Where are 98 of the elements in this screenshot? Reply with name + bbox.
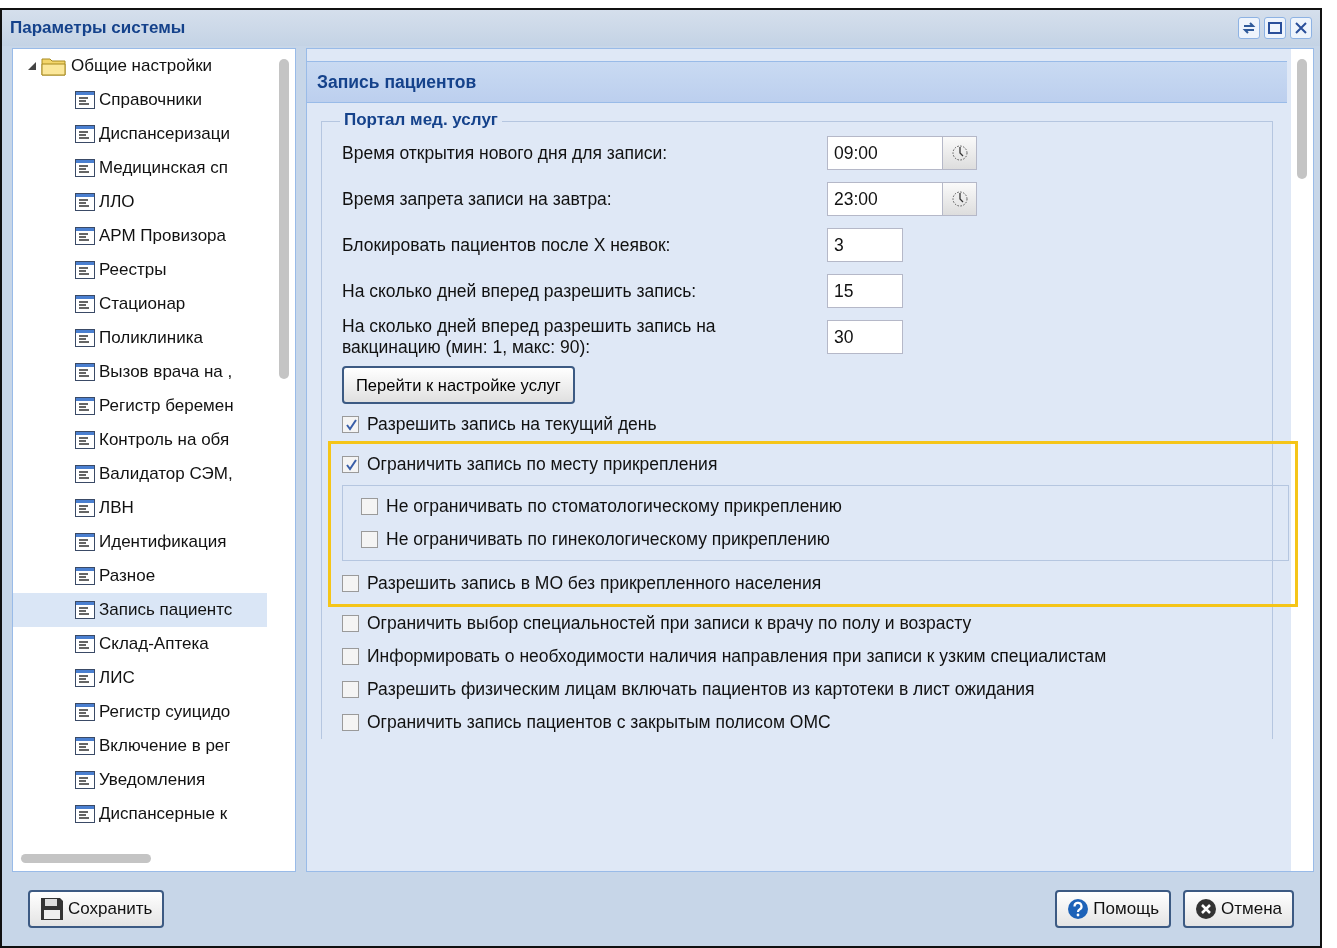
- document-icon: [75, 635, 95, 653]
- tree-item[interactable]: Склад-Аптека: [13, 627, 267, 661]
- document-icon: [75, 125, 95, 143]
- number-field[interactable]: 15: [827, 274, 903, 308]
- tree-item[interactable]: Диспансеризаци: [13, 117, 267, 151]
- document-icon: [75, 159, 95, 177]
- checkbox-label: Не ограничивать по гинекологическому прикреплению: [386, 529, 830, 550]
- vertical-scrollbar[interactable]: [1297, 59, 1307, 179]
- tree-item[interactable]: Реестры: [13, 253, 267, 287]
- tree-item[interactable]: Диспансерные к: [13, 797, 267, 831]
- checkbox[interactable]: [342, 714, 359, 731]
- field-label: На сколько дней вперед разрешить запись на вакцинацию (мин: 1, макс: 90):: [342, 316, 717, 358]
- document-icon: [75, 771, 95, 789]
- document-icon: [75, 601, 95, 619]
- panel-header: Запись пациентов: [307, 61, 1287, 103]
- swap-arrows-icon: [1242, 21, 1256, 35]
- help-icon: [1067, 898, 1090, 920]
- window-title: Параметры системы: [10, 18, 187, 38]
- field-label: На сколько дней вперед разрешить запись:: [342, 280, 698, 302]
- tree-item[interactable]: Включение в рег: [13, 729, 267, 763]
- maximize-button[interactable]: [1264, 17, 1286, 39]
- tree-item[interactable]: ЛИС: [13, 661, 267, 695]
- cancel-button[interactable]: Отмена: [1183, 890, 1294, 928]
- tree-item[interactable]: Регистр суицидо: [13, 695, 267, 729]
- checkbox[interactable]: [342, 615, 359, 632]
- clock-icon: [950, 144, 969, 162]
- time-picker-button[interactable]: [943, 182, 977, 216]
- tree-item[interactable]: АРМ Провизора: [13, 219, 267, 253]
- checkbox-label: Разрешить запись на текущий день: [367, 414, 657, 435]
- save-button[interactable]: Сохранить: [28, 890, 165, 928]
- horizontal-scrollbar[interactable]: [21, 854, 151, 863]
- tree-item[interactable]: Справочники: [13, 83, 267, 117]
- document-icon: [75, 703, 95, 721]
- document-icon: [75, 363, 95, 381]
- field-label: Блокировать пациентов после X неявок:: [342, 234, 672, 256]
- time-field[interactable]: 23:00: [827, 182, 943, 216]
- tree-item[interactable]: Вызов врача на ,: [13, 355, 267, 389]
- checkbox[interactable]: [342, 575, 359, 592]
- time-field[interactable]: 09:00: [827, 136, 943, 170]
- checkbox-label: Не ограничивать по стоматологическому прикреплению: [386, 496, 842, 517]
- checkbox[interactable]: [342, 648, 359, 665]
- checkbox-label: Разрешить запись в МО без прикрепленного населения: [367, 573, 822, 594]
- vertical-scrollbar[interactable]: [279, 59, 289, 379]
- tree-item[interactable]: Валидатор СЭМ,: [13, 457, 267, 491]
- cancel-icon: [1195, 898, 1217, 920]
- document-icon: [75, 193, 95, 211]
- document-icon: [75, 499, 95, 517]
- tree-item[interactable]: ЛВН: [13, 491, 267, 525]
- document-icon: [75, 397, 95, 415]
- document-icon: [75, 295, 95, 313]
- close-icon: [1294, 21, 1308, 35]
- tree-item[interactable]: Запись пациентс: [13, 593, 267, 627]
- checkbox[interactable]: [342, 681, 359, 698]
- service-settings-button[interactable]: Перейти к настройке услуг: [342, 366, 575, 404]
- expanded-triangle-icon[interactable]: [27, 61, 37, 71]
- document-icon: [75, 567, 95, 585]
- number-field[interactable]: 30: [827, 320, 903, 354]
- field-label: Время запрета записи на завтра:: [342, 188, 613, 210]
- document-icon: [75, 737, 95, 755]
- field-label: Время открытия нового дня для записи:: [342, 142, 669, 164]
- tree-item[interactable]: Разное: [13, 559, 267, 593]
- tree-item[interactable]: Регистр беремен: [13, 389, 267, 423]
- help-button[interactable]: Помощь: [1055, 890, 1171, 928]
- tree-node[interactable]: Общие настройки: [13, 49, 295, 83]
- tree-item[interactable]: ЛЛО: [13, 185, 267, 219]
- document-icon: [75, 261, 95, 279]
- tree-item[interactable]: Поликлиника: [13, 321, 267, 355]
- document-icon: [75, 329, 95, 347]
- tree-node-label: Общие настройки: [71, 56, 213, 76]
- checkbox[interactable]: [361, 498, 378, 515]
- number-field[interactable]: 3: [827, 228, 903, 262]
- checkbox[interactable]: [342, 416, 359, 433]
- document-icon: [75, 465, 95, 483]
- document-icon: [75, 533, 95, 551]
- close-button[interactable]: [1290, 17, 1312, 39]
- checkbox-label: Информировать о необходимости наличия направления при записи к узким специалистам: [367, 646, 1107, 667]
- tree-item[interactable]: Медицинская сп: [13, 151, 267, 185]
- checkbox-label: Ограничить запись пациентов с закрытым полисом ОМС: [367, 712, 831, 733]
- document-icon: [75, 91, 95, 109]
- folder-icon: [41, 56, 67, 76]
- maximize-icon: [1268, 22, 1282, 34]
- time-picker-button[interactable]: [943, 136, 977, 170]
- tree-item[interactable]: Идентификация: [13, 525, 267, 559]
- tree-item[interactable]: Уведомления: [13, 763, 267, 797]
- document-icon: [75, 669, 95, 687]
- clock-icon: [950, 190, 969, 208]
- checkbox-label: Разрешить физическим лицам включать пациентов из картотеки в лист ожидания: [367, 679, 1035, 700]
- document-icon: [75, 431, 95, 449]
- checkbox[interactable]: [361, 531, 378, 548]
- tree-item[interactable]: Стационар: [13, 287, 267, 321]
- fieldset-legend: Портал мед. услуг: [340, 110, 502, 130]
- checkbox-label: Ограничить запись по месту прикрепления: [367, 454, 718, 475]
- checkbox[interactable]: [342, 456, 359, 473]
- refresh-button[interactable]: [1238, 17, 1260, 39]
- document-icon: [75, 805, 95, 823]
- document-icon: [75, 227, 95, 245]
- checkbox-label: Ограничить выбор специальностей при записи к врачу по полу и возрасту: [367, 613, 972, 634]
- tree-item[interactable]: Контроль на обя: [13, 423, 267, 457]
